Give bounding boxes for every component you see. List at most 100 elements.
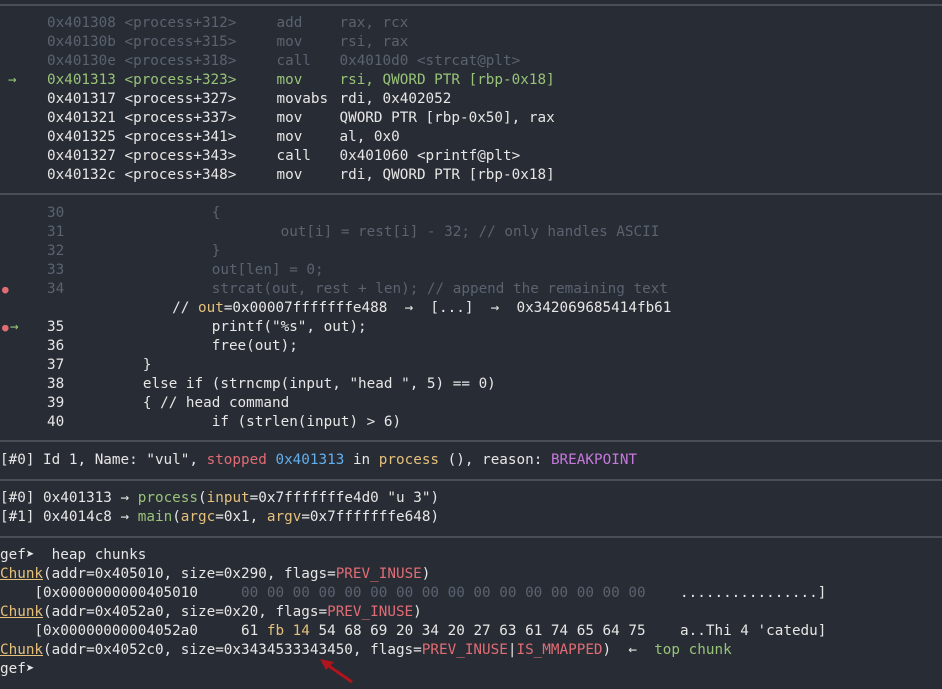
code-text: out[len] = 0;: [211, 262, 324, 278]
line-number: 35: [47, 319, 65, 335]
code-text: printf("%s", out);: [211, 319, 367, 335]
disasm-symbol: <process+323>: [124, 72, 237, 88]
disasm-symbol: <process+343>: [124, 148, 237, 164]
variable-hint: // out=0x00007fffffffe488 → [...] → 0x34…: [172, 300, 672, 316]
disasm-symbol: <process+348>: [124, 167, 237, 183]
command-line-empty[interactable]: gef➤: [0, 660, 34, 679]
disasm-operands: al, 0x0: [339, 129, 400, 145]
command-line[interactable]: gef➤ heap chunks: [0, 546, 146, 565]
gef-prompt: gef➤: [0, 661, 35, 677]
disasm-address: 0x401327: [47, 148, 116, 164]
disasm-address: 0x401308: [47, 15, 116, 31]
code-text: {: [211, 205, 221, 221]
disasm-opcode: mov: [276, 129, 303, 145]
chunk-line-0: Chunk(addr=0x405010, size=0x290, flags=P…: [0, 566, 431, 582]
current-line-arrow-icon: →: [10, 319, 19, 335]
current-instruction-arrow-icon: →: [8, 72, 17, 88]
disasm-opcode: add: [276, 15, 303, 31]
source-code: free(out);: [74, 337, 298, 356]
disasm-symbol: <process+341>: [124, 129, 237, 145]
gef-prompt: gef➤: [0, 547, 35, 563]
disasm-operands: rsi, rax: [339, 34, 409, 50]
source-code: out[i] = rest[i] - 32; // only handles A…: [74, 223, 660, 242]
line-number: 39: [47, 395, 65, 411]
line-number: 38: [47, 376, 65, 392]
disasm-symbol: <process+318>: [124, 53, 237, 69]
code-text: strcat(out, rest + len); // append the r…: [211, 281, 668, 297]
pane-separator: [0, 479, 942, 481]
chunk-dump-0: [0x0000000000405010 00 00 00 00 00 00 00…: [34, 585, 827, 601]
disasm-opcode: call: [276, 148, 311, 164]
source-code: }: [74, 356, 152, 375]
disasm-opcode: mov: [276, 72, 303, 88]
code-text: free(out);: [211, 338, 298, 354]
code-text: }: [211, 243, 221, 259]
command-text: heap chunks: [51, 547, 147, 563]
source-code: { // head command: [74, 394, 289, 413]
line-number: 34: [47, 281, 65, 297]
code-text: else if (strncmp(input, "head ", 5) == 0…: [142, 376, 496, 392]
breakpoint-icon[interactable]: ●: [2, 280, 9, 299]
trace-frame-0[interactable]: [#0] 0x401313 → process(input=0x7fffffff…: [0, 489, 439, 508]
disasm-address: 0x401313: [47, 72, 116, 88]
line-number: 31: [47, 224, 65, 240]
pane-separator: [0, 440, 942, 442]
disasm-opcode: call: [276, 53, 311, 69]
disasm-address: 0x40130e: [47, 53, 116, 69]
line-number: 36: [47, 338, 65, 354]
disasm-operands: rsi, QWORD PTR [rbp-0x18]: [339, 72, 555, 88]
disasm-opcode: mov: [276, 167, 303, 183]
disasm-symbol: <process+312>: [124, 15, 237, 31]
disasm-symbol: <process+337>: [124, 110, 237, 126]
code-text: out[i] = rest[i] - 32; // only handles A…: [280, 224, 660, 240]
thread-status: [#0] Id 1, Name: "vul", stopped 0x401313…: [0, 452, 638, 468]
disasm-opcode: movabs: [276, 91, 329, 107]
source-code: {: [74, 204, 221, 223]
pane-separator: [0, 193, 942, 195]
line-number: 33: [47, 262, 65, 278]
disasm-address: 0x401317: [47, 91, 116, 107]
disasm-operands: rdi, 0x402052: [339, 91, 452, 107]
disasm-operands: 0x4010d0 <strcat@plt>: [339, 53, 521, 69]
source-code: else if (strncmp(input, "head ", 5) == 0…: [74, 375, 496, 394]
disasm-address: 0x401325: [47, 129, 116, 145]
chunk-dump-1: [0x00000000004052a0 61 fb 14 54 68 69 20…: [34, 623, 827, 639]
source-code: printf("%s", out);: [74, 318, 367, 337]
source-code: out[len] = 0;: [74, 261, 324, 280]
pane-separator: [0, 536, 942, 538]
disasm-address: 0x401321: [47, 110, 116, 126]
disasm-address: 0x40132c: [47, 167, 116, 183]
disasm-operands: rdi, QWORD PTR [rbp-0x18]: [339, 167, 555, 183]
trace-frame-1[interactable]: [#1] 0x4014c8 → main(argc=0x1, argv=0x7f…: [0, 508, 439, 527]
pane-separator: [0, 4, 942, 6]
line-number: 40: [47, 414, 65, 430]
disasm-symbol: <process+327>: [124, 91, 237, 107]
disasm-symbol: <process+315>: [124, 34, 237, 50]
code-text: if (strlen(input) > 6): [211, 414, 402, 430]
line-number: 32: [47, 243, 65, 259]
chunk-line-1: Chunk(addr=0x4052a0, size=0x20, flags=PR…: [0, 604, 422, 620]
code-text: { // head command: [142, 395, 290, 411]
disasm-operands: QWORD PTR [rbp-0x50], rax: [339, 110, 555, 126]
annotation-arrow-icon: [320, 659, 353, 684]
line-number: 37: [47, 357, 65, 373]
source-code: if (strlen(input) > 6): [74, 413, 401, 432]
source-code: strcat(out, rest + len); // append the r…: [74, 280, 668, 299]
disasm-address: 0x40130b: [47, 34, 116, 50]
disasm-operands: rax, rcx: [339, 15, 409, 31]
breakpoint-icon[interactable]: ●: [2, 318, 9, 337]
disasm-opcode: mov: [276, 34, 303, 50]
chunk-line-2: Chunk(addr=0x4052c0, size=0x343453334345…: [0, 642, 732, 658]
disasm-opcode: mov: [276, 110, 303, 126]
source-code: }: [74, 242, 221, 261]
code-text: }: [142, 357, 152, 373]
